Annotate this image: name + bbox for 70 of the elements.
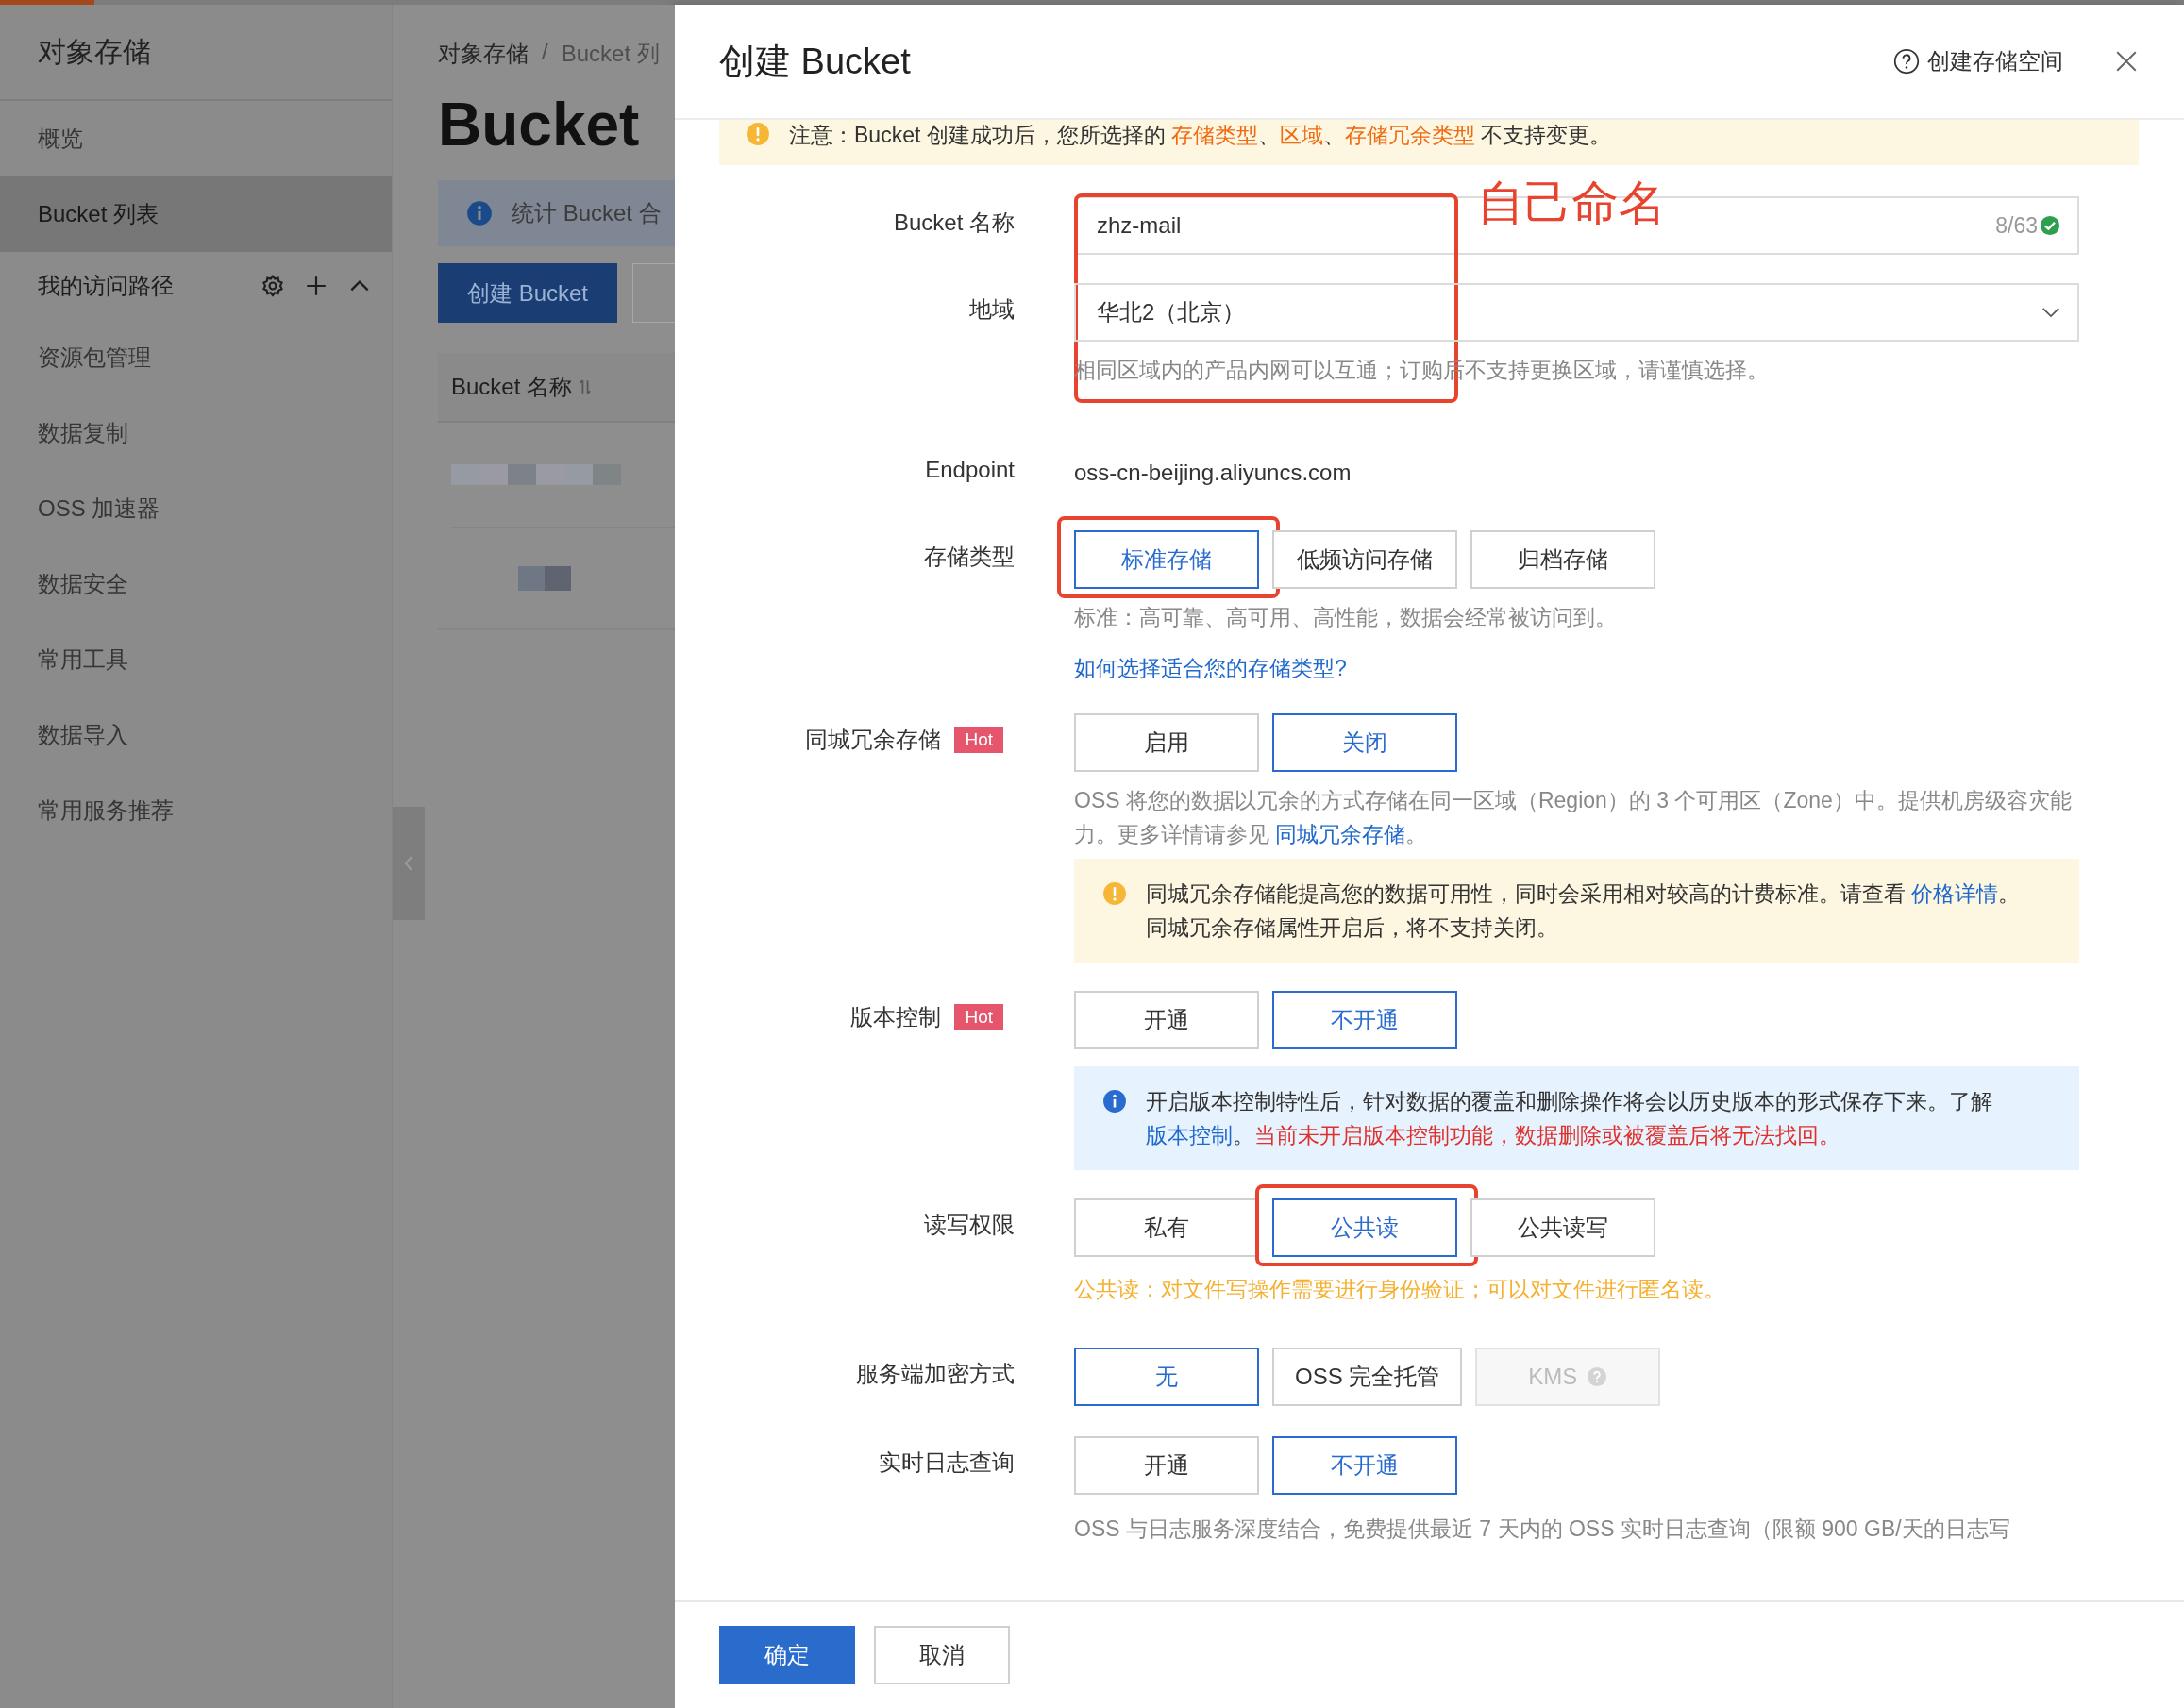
option-button[interactable]: 低频访问存储 bbox=[1272, 530, 1457, 589]
option-button[interactable]: 公共读 bbox=[1272, 1198, 1457, 1257]
option-button[interactable]: 公共读写 bbox=[1470, 1198, 1655, 1257]
field-hint: OSS 与日志服务深度结合，免费提供最近 7 天内的 OSS 实时日志查询（限额 900 GB/天的日志写 bbox=[1074, 1515, 2011, 1543]
char-counter: 8/63 bbox=[1995, 212, 2038, 239]
dialog-title: 创建 Bucket bbox=[719, 40, 912, 83]
chevron-down-icon bbox=[2041, 307, 2060, 318]
option-button[interactable]: OSS 完全托管 bbox=[1272, 1348, 1463, 1406]
option-button[interactable]: 标准存储 bbox=[1074, 530, 1259, 589]
breadcrumb-item[interactable]: 对象存储 bbox=[438, 39, 529, 69]
warning-icon bbox=[1102, 881, 1127, 906]
field-label: 读写权限 bbox=[924, 1211, 1015, 1239]
inline-link[interactable]: 价格详情 bbox=[1911, 881, 1999, 906]
page-heading: Bucket bbox=[438, 90, 641, 159]
field-label: Bucket 名称 bbox=[893, 209, 1015, 237]
sidebar-item[interactable]: 数据导入 bbox=[0, 697, 392, 773]
hot-badge: Hot bbox=[954, 727, 1003, 753]
column-header[interactable]: Bucket 名称 bbox=[451, 372, 573, 402]
field-label: Endpoint bbox=[925, 456, 1015, 484]
inline-link[interactable]: 版本控制 bbox=[1146, 1123, 1233, 1147]
endpoint-value: oss-cn-beijing.aliyuncs.com bbox=[1074, 459, 1352, 487]
field-label: 地域 bbox=[969, 295, 1015, 324]
sidebar-item[interactable]: 数据复制 bbox=[0, 395, 392, 471]
field-description: OSS 将您的数据以冗余的方式存储在同一区域（Region）的 3 个可用区（Zone）中。提供机房级容灾能力。更多详情请参见 同城冗余存储。 bbox=[1074, 787, 2073, 848]
sidebar-item[interactable]: 常用工具 bbox=[0, 622, 392, 697]
sidebar-group-label[interactable]: 我的访问路径 bbox=[38, 271, 247, 301]
info-icon bbox=[1102, 1089, 1127, 1114]
info-text: 统计 Bucket 合 bbox=[512, 199, 662, 227]
option-button[interactable]: 不开通 bbox=[1272, 991, 1457, 1049]
option-button[interactable]: 不开通 bbox=[1272, 1436, 1457, 1495]
help-icon bbox=[1587, 1366, 1608, 1387]
field-label: 实时日志查询 bbox=[879, 1448, 1015, 1477]
cancel-button[interactable]: 取消 bbox=[874, 1626, 1010, 1684]
option-button[interactable]: 开通 bbox=[1074, 1436, 1259, 1495]
sidebar-item[interactable]: 资源包管理 bbox=[0, 320, 392, 395]
sidebar-item[interactable]: OSS 加速器 bbox=[0, 471, 392, 546]
region-select[interactable]: 华北2（北京） bbox=[1074, 283, 2079, 342]
create-bucket-button[interactable]: 创建 Bucket bbox=[438, 263, 617, 323]
option-button[interactable]: 开通 bbox=[1074, 991, 1259, 1049]
option-button[interactable]: 归档存储 bbox=[1470, 530, 1655, 589]
field-label: 版本控制 bbox=[850, 1003, 942, 1031]
field-hint: 公共读：对文件写操作需要进行身份验证；可以对文件进行匿名读。 bbox=[1074, 1276, 1726, 1303]
notice-text: 注意：Bucket 创建成功后，您所选择的 存储类型、区域、存储冗余类型 不支持变更。 bbox=[789, 122, 1612, 149]
option-button[interactable]: 关闭 bbox=[1272, 713, 1457, 772]
field-hint: 标准：高可靠、高可用、高性能，数据会经常被访问到。 bbox=[1074, 604, 1618, 631]
help-link[interactable]: 如何选择适合您的存储类型? bbox=[1074, 651, 2079, 685]
settings-icon[interactable] bbox=[260, 274, 285, 298]
sidebar-item[interactable]: Bucket 列表 bbox=[0, 176, 392, 252]
alert-text: 开启版本控制特性后，针对数据的覆盖和删除操作将会以历史版本的形式保存下来。了解 版本控制。当前未开启版本控制功能，数据删除或被覆盖后将无法找回。 bbox=[1146, 1088, 1993, 1149]
sidebar-item[interactable]: 概览 bbox=[0, 101, 392, 176]
warning-icon bbox=[746, 122, 770, 146]
hot-badge: Hot bbox=[954, 1004, 1003, 1030]
confirm-button[interactable]: 确定 bbox=[719, 1626, 855, 1684]
inline-link[interactable]: 同城冗余存储 bbox=[1275, 822, 1406, 846]
info-icon bbox=[466, 200, 493, 226]
breadcrumb-separator: / bbox=[542, 39, 548, 66]
sidebar-item[interactable]: 常用服务推荐 bbox=[0, 773, 392, 848]
close-icon[interactable] bbox=[2114, 49, 2139, 74]
blurred-text bbox=[518, 566, 571, 591]
alert-text: 同城冗余存储能提高您的数据可用性，同时会采用相对较高的计费标准。请查看 价格详情。同城冗余存储属性开启后，将不支持关闭。 bbox=[1146, 880, 2022, 942]
option-button[interactable]: 无 bbox=[1074, 1348, 1259, 1406]
help-link[interactable]: 创建存储空间 bbox=[1927, 46, 2063, 76]
field-label: 存储类型 bbox=[924, 543, 1015, 571]
sidebar-item[interactable]: 数据安全 bbox=[0, 546, 392, 622]
help-icon[interactable] bbox=[1893, 48, 1920, 75]
field-label: 同城冗余存储 bbox=[805, 726, 942, 754]
option-button[interactable]: 启用 bbox=[1074, 713, 1259, 772]
field-label: 服务端加密方式 bbox=[856, 1360, 1015, 1388]
plus-icon[interactable] bbox=[304, 274, 328, 298]
collapse-handle[interactable] bbox=[393, 807, 425, 920]
